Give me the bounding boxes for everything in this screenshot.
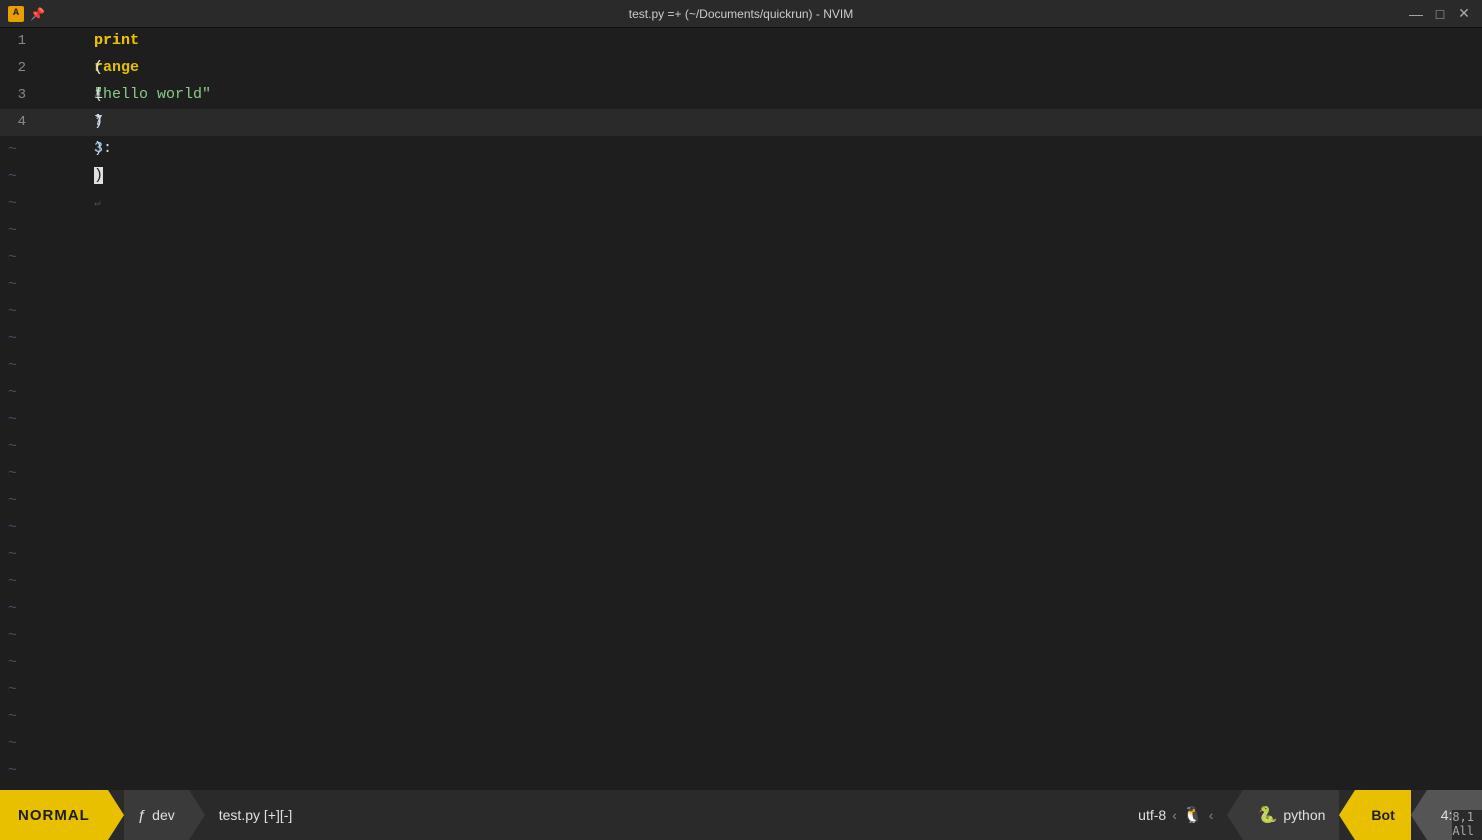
token-str: "hello world" [94,86,211,103]
tilde-char: ~ [0,406,17,433]
titlebar-left: A 📌 [8,6,44,22]
line-number-3: 3 [0,82,36,109]
filename-section: test.py [+][-] [205,790,307,840]
line-number-1: 1 [0,28,36,55]
tilde-char: ~ [0,757,17,784]
status-right: utf-8 ‹ 🐧 ‹ 🐍 python Bot 4:22 [1124,790,1482,840]
mode-section: NORMAL [0,790,124,840]
tilde-char: ~ [0,703,17,730]
branch-icon: ƒ [138,807,146,824]
tilde-char: ~ [0,190,17,217]
tilde-char: ~ [0,730,17,757]
close-button[interactable]: ✕ [1454,4,1474,24]
python-icon: 🐍 [1257,805,1277,825]
tilde-char: ~ [0,595,17,622]
tilde-char: ~ [0,433,17,460]
tilde-line-20: ~ [0,649,1482,676]
filename-label: test.py [+][-] [205,790,307,840]
code-line-4: 4 print ( "hello world" * 3 ) ↵ [0,109,1482,136]
line-number-4: 4 [0,109,36,136]
tilde-line-7: ~ [0,298,1482,325]
tilde-char: ~ [0,541,17,568]
minimize-button[interactable]: — [1406,4,1426,24]
tilde-line-8: ~ [0,325,1482,352]
statusbar: NORMAL ƒ dev test.py [+][-] utf-8 ‹ 🐧 ‹ … [0,790,1482,840]
tilde-line-5: ~ [0,244,1482,271]
branch-info: ƒ dev [124,790,189,840]
token-print4: print [94,32,139,49]
arrow-time [1411,790,1427,840]
tilde-char: ~ [0,487,17,514]
linux-icon: 🐧 [1183,805,1203,825]
mode-label: NORMAL [0,790,108,840]
token-3: 3 [94,140,103,157]
arrow-bot [1339,790,1355,840]
tilde-char: ~ [0,568,17,595]
token-cursor: ) [94,167,103,184]
bot-label: Bot [1355,790,1410,840]
token-newline4: ↵ [94,198,101,210]
encoding-section: utf-8 ‹ 🐧 ‹ [1124,790,1227,840]
window-title: test.py =+ (~/Documents/quickrun) - NVIM [629,7,853,21]
pin-icon: 📌 [30,7,44,21]
branch-arrow [189,790,205,840]
tilde-char: ~ [0,514,17,541]
tilde-line-21: ~ [0,676,1482,703]
token-lparen4: ( [94,59,103,76]
scroll-position: All [1452,824,1474,838]
token-mult: * [94,113,103,130]
tilde-line-6: ~ [0,271,1482,298]
tilde-line-24: ~ [0,757,1482,784]
maximize-button[interactable]: □ [1430,4,1450,24]
tilde-line-14: ~ [0,487,1482,514]
tilde-char: ~ [0,217,17,244]
filetype-section: 🐍 python [1243,790,1339,840]
tilde-char: ~ [0,271,17,298]
tilde-char: ~ [0,136,17,163]
tilde-char: ~ [0,163,17,190]
tilde-line-18: ~ [0,595,1482,622]
tilde-line-12: ~ [0,433,1482,460]
tilde-line-16: ~ [0,541,1482,568]
tilde-line-23: ~ [0,730,1482,757]
line-content-4: print ( "hello world" * 3 ) ↵ [36,28,1482,245]
tilde-line-17: ~ [0,568,1482,595]
tilde-line-22: ~ [0,703,1482,730]
branch-section: ƒ dev [124,790,205,840]
encoding-label: utf-8 [1138,807,1166,823]
tilde-char: ~ [0,379,17,406]
titlebar: A 📌 test.py =+ (~/Documents/quickrun) - … [0,0,1482,28]
arrow-left-1: ‹ [1172,807,1177,823]
filetype-label: python [1283,807,1325,823]
tilde-char: ~ [0,325,17,352]
tilde-line-11: ~ [0,406,1482,433]
arrow-left-2: ‹ [1209,807,1214,823]
tilde-char: ~ [0,460,17,487]
tilde-line-15: ~ [0,514,1482,541]
app-icon: A [8,6,24,22]
line-number-2: 2 [0,55,36,82]
tilde-char: ~ [0,676,17,703]
position-line-col: 8,1 [1452,810,1474,824]
mode-arrow [108,790,124,840]
tilde-char: ~ [0,649,17,676]
editor-area[interactable]: 1 for i in range ( 7 ): ↵ 2 │ ··· print … [0,28,1482,790]
tilde-char: ~ [0,622,17,649]
tilde-line-19: ~ [0,622,1482,649]
arrow-filetype [1227,790,1243,840]
tilde-line-13: ~ [0,460,1482,487]
tilde-line-10: ~ [0,379,1482,406]
tilde-char: ~ [0,298,17,325]
cursor-position: 8,1 All [1452,810,1482,840]
tilde-char: ~ [0,352,17,379]
tilde-line-9: ~ [0,352,1482,379]
branch-name: dev [152,807,175,823]
tilde-char: ~ [0,244,17,271]
window-controls[interactable]: — □ ✕ [1406,4,1474,24]
